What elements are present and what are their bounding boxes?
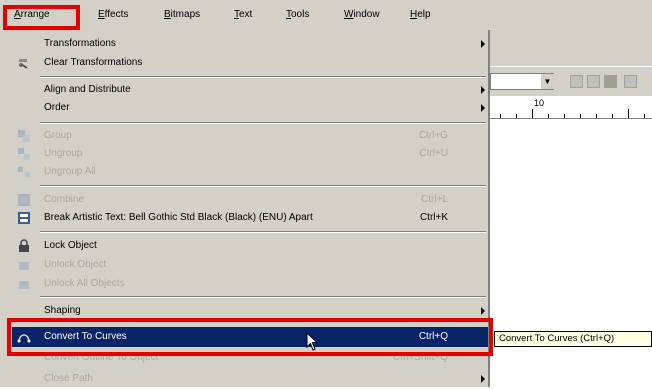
menu-separator [40, 231, 486, 233]
menu-separator [40, 122, 486, 124]
menu-item-order[interactable]: Order [12, 98, 488, 118]
ruler-tick [532, 109, 533, 118]
menu-item-break-apart[interactable]: Break Artistic Text: Bell Gothic Std Bla… [12, 208, 488, 228]
toolbar-icon[interactable] [587, 75, 600, 88]
group-icon [18, 130, 30, 142]
menu-item-shortcut: Ctrl+G [418, 130, 448, 141]
ruler-label: 10 [534, 98, 545, 108]
menu-item-ungroup[interactable]: Ungroup Ctrl+U [12, 144, 488, 164]
menu-tools[interactable]: Tools [286, 9, 309, 20]
menu-item-close-path[interactable]: Close Path [12, 369, 488, 389]
menu-bar: Arrange Effects Bitmaps Text Tools Windo… [0, 0, 652, 30]
menu-item-label: Ungroup [44, 148, 83, 159]
ruler-tick [564, 114, 565, 118]
menu-item-label: Ungroup All [44, 166, 96, 177]
menu-item-label: Close Path [44, 373, 93, 384]
ruler-tick [500, 114, 501, 118]
ruler-tick [516, 114, 517, 118]
combine-icon [18, 194, 30, 206]
menu-item-label: Align and Distribute [44, 84, 131, 95]
unlock-all-icon [19, 281, 29, 289]
menu-window[interactable]: Window [344, 9, 380, 20]
annotation-box-convert [7, 318, 493, 356]
menu-item-label: Combine [44, 194, 85, 205]
menu-item-label: Order [44, 102, 70, 113]
menu-separator [40, 296, 486, 298]
menu-item-combine[interactable]: Combine Ctrl+L [12, 190, 488, 210]
menu-item-transformations[interactable]: Transformations [12, 34, 488, 54]
menu-item-shortcut: Ctrl+U [419, 148, 448, 159]
break-apart-icon [18, 212, 30, 224]
menu-item-shortcut: Ctrl+K [419, 212, 448, 223]
toolbar-icon[interactable] [570, 75, 583, 88]
menu-item-clear-transformations[interactable]: Clear Transformations [12, 53, 488, 73]
menu-item-lock-object[interactable]: Lock Object [12, 236, 488, 256]
ungroup-icon [18, 148, 30, 160]
ungroup-all-icon [18, 167, 30, 177]
menu-item-label: Group [44, 130, 72, 141]
toolbar-icon[interactable] [624, 75, 637, 88]
menu-text[interactable]: Text [234, 9, 252, 20]
horizontal-ruler: 10 [490, 96, 652, 119]
menu-item-label: Clear Transformations [44, 57, 143, 68]
menu-separator [40, 76, 486, 78]
menu-item-label: Transformations [44, 38, 116, 49]
menu-item-label: Break Artistic Text: Bell Gothic Std Bla… [44, 212, 313, 223]
menu-item-unlock-object[interactable]: Unlock Object [12, 255, 488, 275]
mouse-cursor-icon [306, 332, 319, 351]
menu-item-unlock-all[interactable]: Unlock All Objects [12, 274, 488, 294]
ruler-tick [628, 109, 629, 118]
tooltip: Convert To Curves (Ctrl+Q) [494, 331, 652, 347]
toolbar-area [490, 30, 652, 66]
menu-item-shortcut: Ctrl+L [421, 194, 448, 205]
menu-separator [40, 185, 486, 187]
ruler-tick [596, 114, 597, 118]
ruler-tick [612, 114, 613, 118]
ruler-tick [644, 114, 645, 118]
submenu-arrow-icon [481, 307, 485, 315]
annotation-box-arrange [3, 5, 80, 30]
unlock-icon [19, 262, 29, 270]
chevron-down-icon[interactable]: ▼ [540, 74, 554, 89]
submenu-arrow-icon [481, 104, 485, 112]
clear-transform-icon [19, 59, 28, 69]
menu-help[interactable]: Help [410, 9, 431, 20]
submenu-arrow-icon [481, 375, 485, 383]
menu-item-ungroup-all[interactable]: Ungroup All [12, 162, 488, 182]
menu-item-label: Unlock Object [44, 259, 107, 270]
menu-item-align-distribute[interactable]: Align and Distribute [12, 80, 488, 100]
ruler-tick [580, 114, 581, 118]
menu-item-label: Lock Object [44, 240, 97, 251]
lock-icon [19, 239, 29, 252]
ruler-tick [548, 114, 549, 118]
submenu-arrow-icon [481, 40, 485, 48]
menu-bitmaps[interactable]: Bitmaps [164, 9, 200, 20]
menu-effects[interactable]: Effects [98, 9, 128, 20]
menu-item-label: Unlock All Objects [44, 278, 125, 289]
underline-icon[interactable] [604, 75, 617, 88]
submenu-arrow-icon [481, 86, 485, 94]
menu-item-group[interactable]: Group Ctrl+G [12, 126, 488, 146]
menu-item-label: Shaping [44, 305, 81, 316]
